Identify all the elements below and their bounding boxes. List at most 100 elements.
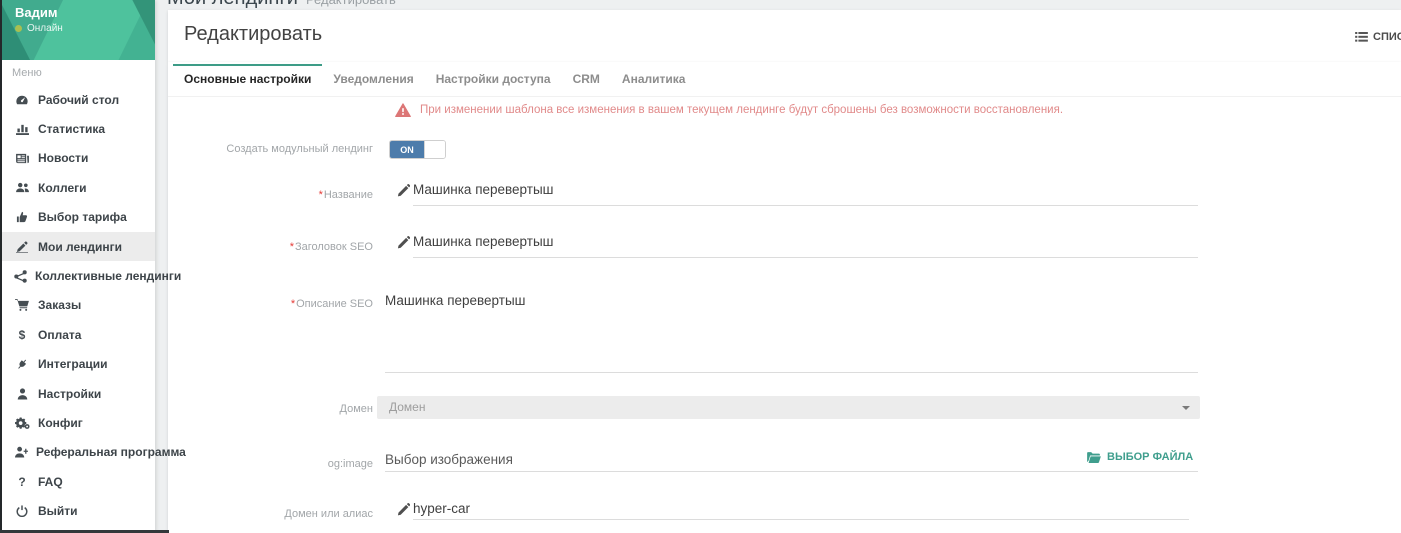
gears-icon [14, 417, 30, 429]
sidebar-item-user-plus[interactable]: Реферальная программа [0, 438, 155, 467]
breadcrumb: Редактировать [306, 0, 396, 7]
sidebar-item-label: Выйти [38, 504, 78, 518]
user-plus-icon [14, 446, 28, 458]
name-label: *Название [168, 189, 373, 201]
sidebar-item-gears[interactable]: Конфиг [0, 408, 155, 437]
settings-panel: Основные настройкиУведомленияНастройки д… [168, 62, 1401, 533]
tab-crm[interactable]: CRM [562, 62, 611, 96]
sidebar-item-label: Коллеги [38, 181, 87, 195]
chevron-down-icon [1182, 406, 1190, 410]
seo-description-underline [385, 372, 1198, 373]
sidebar-item-label: Рабочий стол [38, 93, 119, 107]
name-input[interactable]: Машинка перевертыш [413, 182, 553, 197]
main-content: Мои лендинги Редактировать Редактировать … [155, 0, 1401, 533]
landings-icon [14, 240, 30, 253]
cart-icon [14, 299, 30, 311]
stats-icon [14, 123, 30, 135]
og-image-label: og:image [168, 458, 373, 470]
user-name: Вадим [15, 5, 57, 20]
required-asterisk: * [319, 189, 323, 201]
sidebar-item-label: Мои лендинги [38, 240, 122, 254]
sidebar-item-question[interactable]: ? FAQ [0, 467, 155, 496]
tab-настройки-доступа[interactable]: Настройки доступа [425, 62, 562, 96]
tab-аналитика[interactable]: Аналитика [611, 62, 697, 96]
page-title-text: Мои лендинги [167, 0, 298, 9]
domain-select[interactable]: Домен [377, 396, 1200, 419]
og-image-underline [385, 471, 1198, 472]
sidebar-item-label: Настройки [38, 387, 101, 401]
list-button[interactable]: СПИСОК [1355, 31, 1401, 43]
tariff-icon [14, 211, 30, 223]
folder-icon [1087, 452, 1101, 463]
sidebar-item-tariff[interactable]: Выбор тарифа [0, 203, 155, 232]
plug-icon [14, 358, 30, 371]
seo-title-input[interactable]: Машинка перевертыш [413, 234, 553, 249]
toggle-knob[interactable] [424, 141, 445, 158]
domain-label: Домен [168, 403, 373, 415]
choose-file-label: ВЫБОР ФАЙЛА [1107, 451, 1193, 463]
template-warning: При изменении шаблона все изменения в ва… [395, 103, 1063, 117]
user-panel: Вадим Онлайн [0, 0, 155, 60]
module-toggle-label: Создать модульный лендинг [168, 143, 373, 155]
power-icon [14, 505, 30, 517]
sidebar-item-label: Заказы [38, 298, 81, 312]
sidebar-item-dashboard[interactable]: Рабочий стол [0, 85, 155, 114]
dollar-icon: $ [14, 328, 30, 342]
news-icon [14, 153, 30, 164]
card-header: Редактировать СПИСОК [168, 10, 1401, 62]
seo-description-textarea[interactable]: Машинка перевертыш [385, 293, 525, 308]
required-asterisk: * [290, 241, 294, 253]
question-icon: ? [14, 475, 30, 489]
name-input-underline [413, 205, 1198, 206]
domain-select-placeholder: Домен [377, 396, 1200, 419]
pencil-icon [397, 503, 410, 516]
colleagues-icon [14, 182, 30, 193]
sidebar-item-label: Коллективные лендинги [35, 269, 181, 283]
alias-input[interactable]: hyper-car [413, 501, 470, 516]
seo-title-label: *Заголовок SEO [168, 241, 373, 253]
sidebar-item-user[interactable]: Настройки [0, 379, 155, 408]
alias-label: Домен или алиас [168, 508, 373, 520]
sidebar-item-colleagues[interactable]: Коллеги [0, 173, 155, 202]
sidebar-item-landings[interactable]: Мои лендинги [0, 232, 155, 261]
sidebar-item-label: FAQ [38, 475, 63, 489]
sidebar-item-label: Интеграции [38, 357, 108, 371]
warning-icon [395, 103, 411, 117]
sidebar-menu: Рабочий стол Статистика Новости Коллеги Выбо… [0, 85, 155, 526]
list-icon [1355, 32, 1368, 42]
sidebar-item-dollar[interactable]: $ Оплата [0, 320, 155, 349]
sidebar-item-label: Статистика [38, 122, 105, 136]
warning-text: При изменении шаблона все изменения в ва… [420, 104, 1063, 116]
sidebar-item-label: Оплата [38, 328, 81, 342]
choose-file-button[interactable]: ВЫБОР ФАЙЛА [1087, 451, 1193, 463]
sidebar-item-label: Конфиг [38, 416, 83, 430]
list-button-label: СПИСОК [1373, 31, 1401, 43]
pencil-icon [397, 184, 410, 197]
sidebar-item-power[interactable]: Выйти [0, 496, 155, 525]
sidebar-item-label: Реферальная программа [36, 445, 186, 459]
tab-основные-настройки[interactable]: Основные настройки [173, 62, 322, 96]
online-status-label: Онлайн [27, 23, 63, 34]
seo-description-label: *Описание SEO [168, 298, 373, 310]
toggle-on-segment: ON [390, 141, 424, 158]
share-icon [14, 270, 27, 283]
window-edge-left [0, 0, 2, 533]
alias-underline [413, 519, 1189, 520]
dashboard-icon [14, 94, 30, 106]
user-status: Онлайн [15, 23, 63, 34]
og-image-value: Выбор изображения [385, 452, 513, 467]
sidebar-item-label: Новости [38, 151, 88, 165]
seo-title-underline [413, 257, 1198, 258]
menu-section-label: Меню [12, 67, 155, 79]
sidebar-item-news[interactable]: Новости [0, 144, 155, 173]
tab-уведомления[interactable]: Уведомления [322, 62, 424, 96]
online-status-dot [15, 25, 22, 32]
module-toggle[interactable]: ON [389, 140, 446, 159]
sidebar-item-plug[interactable]: Интеграции [0, 350, 155, 379]
sidebar-item-cart[interactable]: Заказы [0, 291, 155, 320]
card-title: Редактировать [184, 23, 322, 46]
sidebar-item-share[interactable]: Коллективные лендинги [0, 261, 155, 290]
sidebar-item-stats[interactable]: Статистика [0, 114, 155, 143]
tab-bar: Основные настройкиУведомленияНастройки д… [168, 62, 1401, 97]
sidebar-item-label: Выбор тарифа [38, 210, 127, 224]
